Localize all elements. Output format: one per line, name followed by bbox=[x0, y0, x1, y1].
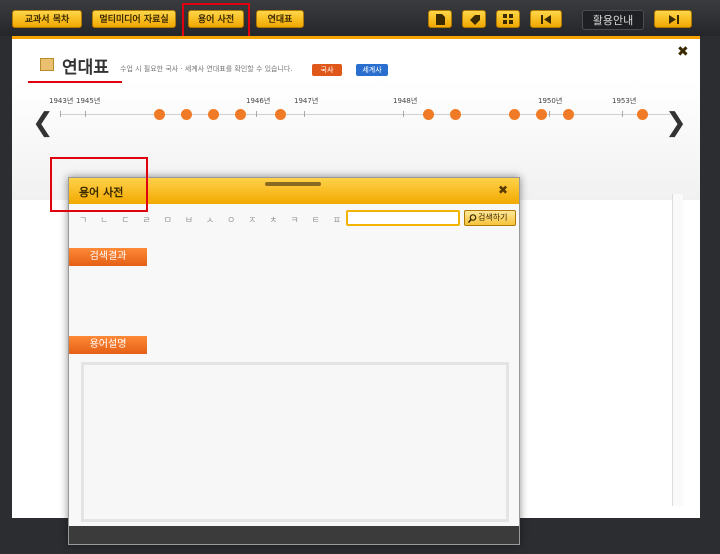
timeline-event-dot[interactable] bbox=[208, 109, 219, 120]
tag-icon bbox=[470, 15, 480, 25]
search-input[interactable] bbox=[346, 210, 460, 226]
timeline-next-icon[interactable]: ❯ bbox=[665, 108, 687, 138]
year-tick bbox=[549, 111, 550, 117]
top-toolbar: 교과서 목차 멀티미디어 자료실 용어 사전 연대표 활용안내 bbox=[0, 0, 720, 36]
next-button[interactable] bbox=[654, 10, 692, 28]
year-tick bbox=[622, 111, 623, 117]
year-label: 1945년 bbox=[76, 97, 101, 105]
term-description-header: 용어설명 bbox=[69, 336, 147, 354]
year-tick bbox=[403, 111, 404, 117]
world-history-button[interactable]: 세계사 bbox=[356, 64, 388, 76]
search-button[interactable]: 검색하기 bbox=[464, 210, 516, 226]
usage-guide-button[interactable]: 활용안내 bbox=[582, 10, 644, 30]
timeline-event-dot[interactable] bbox=[423, 109, 434, 120]
skip-back-icon bbox=[541, 15, 551, 24]
timeline-prev-icon[interactable]: ❮ bbox=[32, 108, 54, 138]
consonant-index[interactable]: ㄱ ㄴ ㄷ ㄹ ㅁ ㅂ ㅅ ㅇ ㅈ ㅊ ㅋ ㅌ ㅍ ㅎ bbox=[79, 213, 367, 226]
timeline-event-dot[interactable] bbox=[637, 109, 648, 120]
grid-icon bbox=[503, 14, 513, 24]
previous-button[interactable] bbox=[530, 10, 562, 28]
timeline-axis bbox=[60, 114, 670, 115]
timeline-event-dot[interactable] bbox=[181, 109, 192, 120]
timeline-event-dot[interactable] bbox=[450, 109, 461, 120]
year-label: 1946년 bbox=[246, 97, 271, 105]
year-label: 1950년 bbox=[538, 97, 563, 105]
glossary-dialog: 용어 사전 ✖ ㄱ ㄴ ㄷ ㄹ ㅁ ㅂ ㅅ ㅇ ㅈ ㅊ ㅋ ㅌ ㅍ ㅎ 검색하기… bbox=[68, 177, 520, 545]
search-results-header: 검색결과 bbox=[69, 248, 147, 266]
search-results-list[interactable] bbox=[79, 268, 511, 342]
grid-icon-button[interactable] bbox=[496, 10, 520, 28]
search-button-label: 검색하기 bbox=[478, 213, 508, 222]
document-icon bbox=[436, 14, 445, 25]
panel-top-border bbox=[12, 36, 700, 39]
page-title: 연대표 bbox=[62, 58, 109, 78]
year-label: 1947년 bbox=[294, 97, 319, 105]
year-label: 1943년 bbox=[49, 97, 74, 105]
dialog-footer bbox=[69, 526, 519, 544]
year-tick bbox=[256, 111, 257, 117]
timeline-event-dot[interactable] bbox=[536, 109, 547, 120]
highlight-box-dialog-title bbox=[50, 157, 148, 212]
document-icon-button[interactable] bbox=[428, 10, 452, 28]
highlight-underline-title bbox=[28, 81, 122, 83]
close-icon[interactable]: ✖ bbox=[498, 183, 508, 197]
timeline-event-dot[interactable] bbox=[509, 109, 520, 120]
search-icon bbox=[468, 214, 477, 223]
year-label: 1953년 bbox=[612, 97, 637, 105]
drag-handle[interactable] bbox=[265, 182, 321, 186]
timeline-event-dot[interactable] bbox=[235, 109, 246, 120]
term-description-box bbox=[81, 362, 509, 522]
timeline-event-dot[interactable] bbox=[154, 109, 165, 120]
close-icon[interactable]: ✖ bbox=[677, 44, 689, 60]
year-tick bbox=[85, 111, 86, 117]
page-subtitle: 수업 시 필요한 국사 · 세계사 연대표를 확인할 수 있습니다. bbox=[120, 65, 293, 73]
tag-icon-button[interactable] bbox=[462, 10, 486, 28]
timeline-event-dot[interactable] bbox=[275, 109, 286, 120]
textbook-contents-button[interactable]: 교과서 목차 bbox=[12, 10, 82, 28]
calendar-icon bbox=[40, 58, 54, 71]
skip-forward-icon bbox=[669, 15, 679, 24]
timeline-button[interactable]: 연대표 bbox=[256, 10, 304, 28]
year-tick bbox=[60, 111, 61, 117]
timeline-event-dot[interactable] bbox=[563, 109, 574, 120]
year-label: 1948년 bbox=[393, 97, 418, 105]
scrollbar[interactable] bbox=[672, 194, 683, 506]
year-tick bbox=[304, 111, 305, 117]
korea-history-button[interactable]: 국사 bbox=[312, 64, 342, 76]
multimedia-library-button[interactable]: 멀티미디어 자료실 bbox=[92, 10, 176, 28]
